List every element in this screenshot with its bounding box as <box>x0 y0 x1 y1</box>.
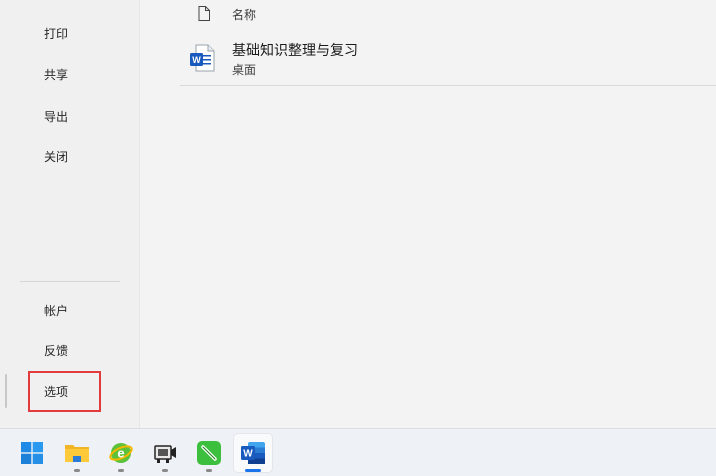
taskbar-running-indicator <box>74 469 80 472</box>
file-list-header: 名称 <box>180 0 716 28</box>
nav-item-label: 关闭 <box>44 149 69 164</box>
recent-files-panel: 名称 W 基础知识整理与复习 桌面 <box>140 0 716 428</box>
green-pen-app-icon <box>197 441 221 465</box>
taskbar: e W <box>0 428 716 476</box>
file-explorer-icon <box>65 445 89 462</box>
taskbar-file-explorer[interactable] <box>57 433 97 473</box>
taskbar-browser[interactable]: e <box>101 433 141 473</box>
taskbar-running-indicator <box>206 469 212 472</box>
nav-item-label: 帐户 <box>44 303 69 318</box>
file-title: 基础知识整理与复习 <box>232 43 358 59</box>
nav-item-label: 共享 <box>44 67 69 82</box>
svg-text:e: e <box>117 446 124 461</box>
nav-item-label: 反馈 <box>44 343 69 358</box>
file-type-icon <box>198 6 210 21</box>
file-location: 桌面 <box>232 63 257 77</box>
file-row[interactable]: W 基础知识整理与复习 桌面 <box>180 30 716 86</box>
nav-item-close[interactable]: 关闭 <box>0 138 140 174</box>
taskbar-start-button[interactable] <box>12 433 52 473</box>
taskbar-running-indicator <box>118 469 124 472</box>
nav-item-export[interactable]: 导出 <box>0 98 140 134</box>
nav-item-share[interactable]: 共享 <box>0 56 140 92</box>
browser-e-icon: e <box>109 443 133 463</box>
taskbar-green-app[interactable] <box>189 433 229 473</box>
column-name-header[interactable]: 名称 <box>232 6 256 23</box>
options-highlight-box <box>28 371 101 412</box>
word-doc-icon: W <box>190 44 215 72</box>
taskbar-recorder-app[interactable] <box>145 433 185 473</box>
nav-item-feedback[interactable]: 反馈 <box>0 332 140 368</box>
taskbar-running-indicator <box>162 469 168 472</box>
backstage-nav: 打印 共享 导出 关闭 帐户 反馈 选项 <box>0 0 140 428</box>
recorder-app-icon <box>154 445 176 463</box>
windows-start-icon <box>21 442 43 464</box>
nav-item-label: 打印 <box>44 26 69 41</box>
nav-item-label: 导出 <box>44 109 69 124</box>
taskbar-word[interactable]: W <box>233 433 273 473</box>
svg-text:W: W <box>192 55 201 65</box>
svg-text:W: W <box>243 449 253 460</box>
nav-divider <box>20 281 120 282</box>
word-app-icon: W <box>241 442 265 464</box>
taskbar-active-indicator <box>245 469 261 472</box>
nav-item-print[interactable]: 打印 <box>0 15 140 51</box>
nav-item-account[interactable]: 帐户 <box>0 292 140 328</box>
